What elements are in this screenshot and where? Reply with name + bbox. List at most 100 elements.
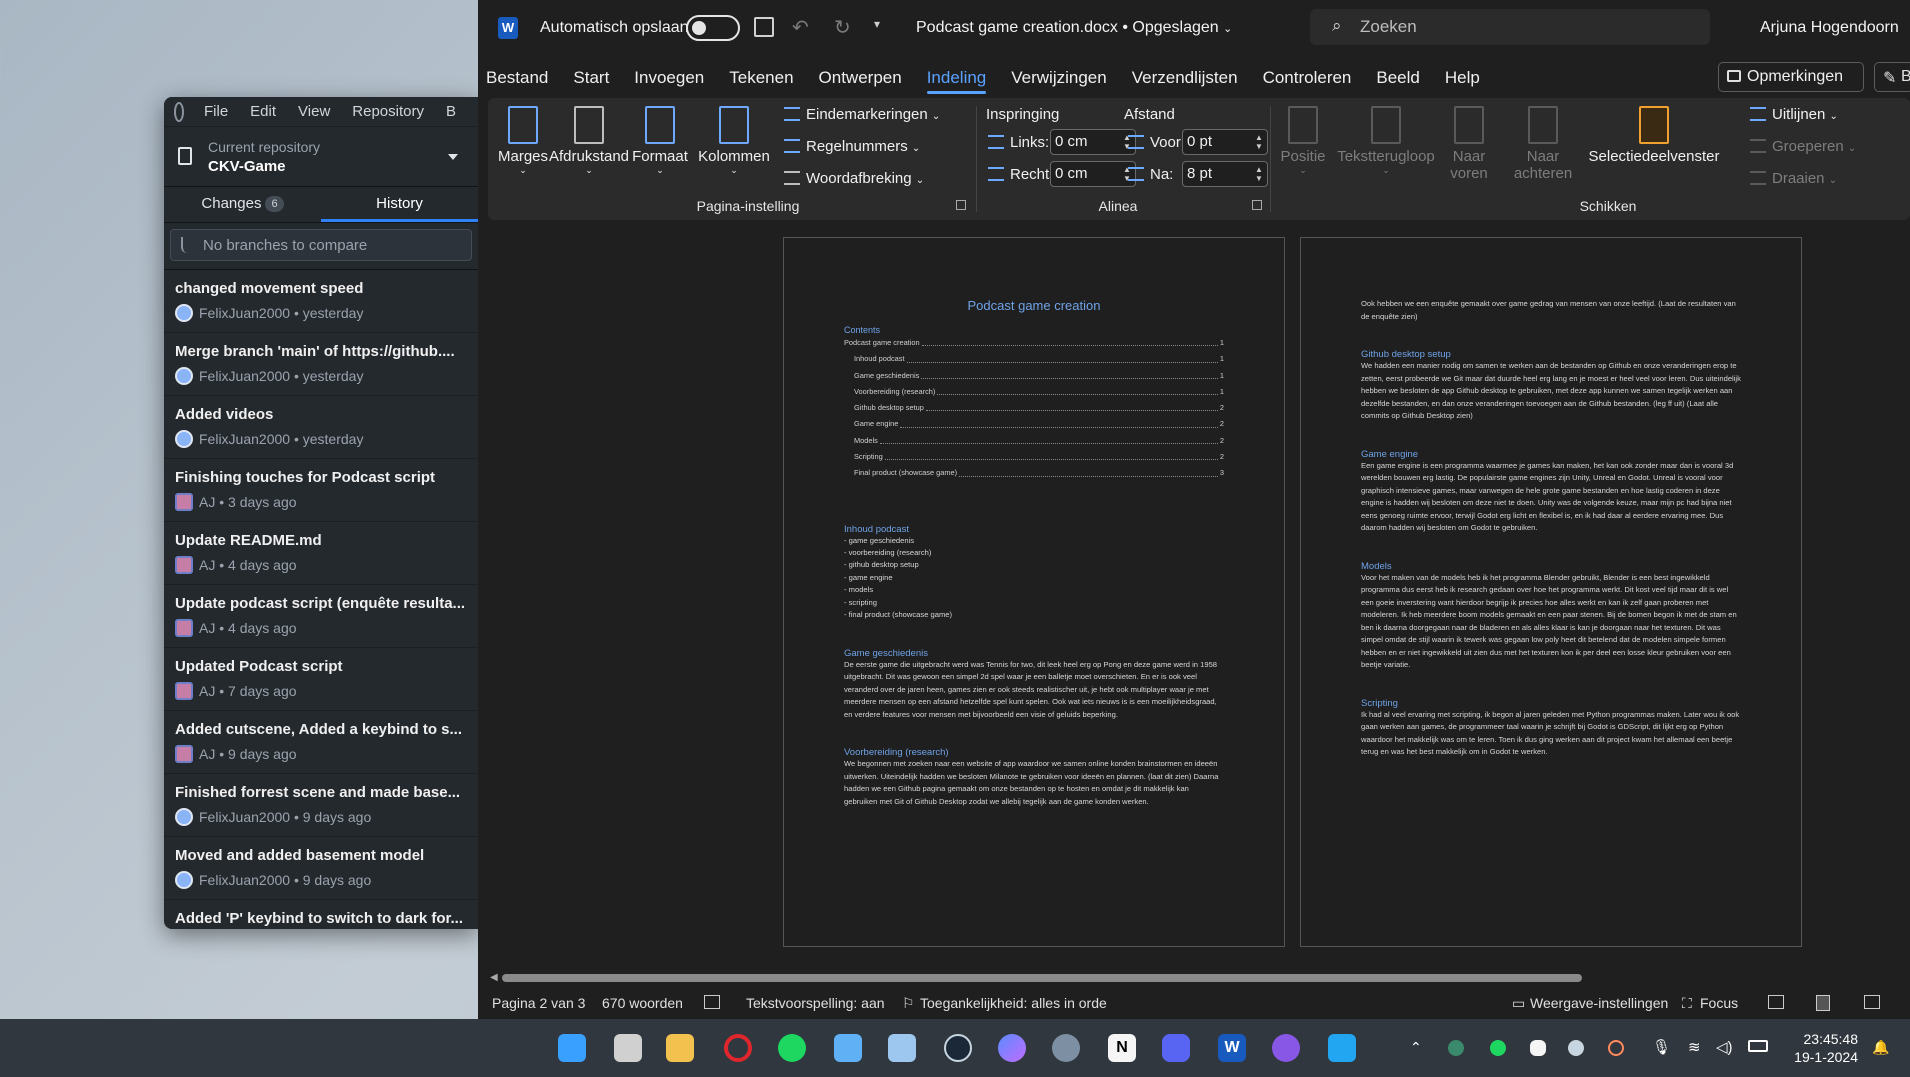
spacing-before-input[interactable]: 0 pt ▲ ▼ (1182, 129, 1268, 155)
toc-entry[interactable]: Game engine 2 (844, 416, 1224, 432)
menu-branch[interactable]: B (446, 103, 456, 120)
battery-icon[interactable] (1748, 1040, 1768, 1052)
word-count[interactable]: 670 woorden (602, 995, 683, 1011)
draaien-button[interactable]: Draaien ⌄ (1750, 170, 1837, 187)
search-box[interactable]: ⌕ Zoeken (1310, 9, 1710, 45)
notion-icon[interactable]: N (1108, 1034, 1136, 1062)
show-hidden-icons-icon[interactable]: ⌃ (1410, 1039, 1422, 1056)
tray-spotify-icon[interactable] (1490, 1040, 1506, 1056)
commit-row[interactable]: Update README.md AJ • 4 days ago (164, 522, 478, 585)
steam-icon[interactable] (944, 1034, 972, 1062)
customize-toolbar-icon[interactable]: ▾ (874, 17, 880, 31)
toc-entry[interactable]: Game geschiedenis 1 (844, 368, 1224, 384)
copilot-icon[interactable] (998, 1034, 1026, 1062)
tray-notion-icon[interactable] (1530, 1040, 1546, 1056)
formaat-button[interactable]: Formaat ⌄ (628, 106, 692, 176)
toc-entry[interactable]: Podcast game creation 1 (844, 335, 1224, 351)
commit-row[interactable]: Finished forrest scene and made base... F… (164, 774, 478, 837)
toc-entry[interactable]: Inhoud podcast 1 (844, 351, 1224, 367)
autosave-toggle[interactable] (686, 15, 740, 41)
tab-tekenen[interactable]: Tekenen (729, 68, 793, 88)
spotify-icon[interactable] (778, 1034, 806, 1062)
system-clock[interactable]: 23:45:48 19-1-2024 (1794, 1030, 1858, 1066)
indent-left-input[interactable]: 0 cm ▲ ▼ (1050, 129, 1136, 155)
spinner-arrows-icon[interactable]: ▲ ▼ (1255, 165, 1263, 183)
commit-row[interactable]: Updated Podcast script AJ • 7 days ago (164, 648, 478, 711)
groeperen-button[interactable]: Groeperen ⌄ (1750, 138, 1856, 155)
page-indicator[interactable]: Pagina 2 van 3 (492, 995, 585, 1011)
editing-button[interactable]: ✎ B (1874, 62, 1910, 92)
file-explorer-icon[interactable] (666, 1034, 694, 1062)
tray-app-icon[interactable] (1448, 1040, 1464, 1056)
tab-invoegen[interactable]: Invoegen (634, 68, 704, 88)
selectiedeelvenster-button[interactable]: Selectiedeelvenster (1586, 106, 1722, 165)
commit-row[interactable]: Added cutscene, Added a keybind to s... A… (164, 711, 478, 774)
volume-icon[interactable]: ◁) (1716, 1038, 1733, 1056)
dialog-launcher-icon[interactable] (956, 200, 966, 210)
commit-row[interactable]: changed movement speed FelixJuan2000 • ye… (164, 270, 478, 333)
display-settings-button[interactable]: Weergave-instellingen (1530, 995, 1668, 1011)
focus-button[interactable]: Focus (1700, 995, 1738, 1011)
tab-beeld[interactable]: Beeld (1376, 68, 1419, 88)
tab-controleren[interactable]: Controleren (1263, 68, 1352, 88)
scroll-left-icon[interactable]: ◀ (490, 972, 498, 983)
settings-icon[interactable] (1052, 1034, 1080, 1062)
microphone-icon[interactable]: 🎙 (1652, 1038, 1671, 1056)
compare-branch-input[interactable]: No branches to compare (170, 229, 472, 261)
word-taskbar-icon[interactable]: W (1218, 1034, 1246, 1062)
indent-right-input[interactable]: 0 cm ▲ ▼ (1050, 161, 1136, 187)
accessibility-status[interactable]: Toegankelijkheid: alles in orde (920, 995, 1107, 1011)
positie-button[interactable]: Positie ⌄ (1274, 106, 1332, 176)
proofing-icon[interactable] (704, 995, 720, 1009)
tray-sync-icon[interactable] (1608, 1040, 1624, 1056)
commit-row[interactable]: Moved and added basement model FelixJuan2… (164, 837, 478, 900)
user-name[interactable]: Arjuna Hogendoorn (1760, 19, 1899, 37)
undo-icon[interactable]: ↶ (792, 15, 809, 40)
uitlijnen-button[interactable]: Uitlijnen ⌄ (1750, 106, 1838, 123)
tab-history[interactable]: History (321, 187, 478, 222)
web-layout-icon[interactable] (1864, 995, 1880, 1009)
tab-indeling[interactable]: Indeling (926, 68, 986, 94)
redo-icon[interactable]: ↻ (834, 15, 851, 40)
toc-entry[interactable]: Github desktop setup 2 (844, 400, 1224, 416)
comments-button[interactable]: Opmerkingen (1718, 62, 1864, 92)
read-mode-icon[interactable] (1768, 995, 1784, 1009)
commit-row[interactable]: Added videos FelixJuan2000 • yesterday (164, 396, 478, 459)
spacing-after-input[interactable]: 8 pt ▲ ▼ (1182, 161, 1268, 187)
horizontal-scrollbar[interactable]: ◀ (490, 972, 1898, 984)
commit-row[interactable]: Merge branch 'main' of https://github...… (164, 333, 478, 396)
tab-bestand[interactable]: Bestand (486, 68, 548, 88)
afdrukstand-button[interactable]: Afdrukstand ⌄ (546, 106, 632, 176)
commit-row[interactable]: Finishing touches for Podcast script AJ •… (164, 459, 478, 522)
wifi-icon[interactable]: ≋ (1688, 1038, 1701, 1056)
page-2[interactable]: Ook hebben we een enquête gemaakt over g… (1300, 237, 1802, 947)
commit-row[interactable]: Update podcast script (enquête resulta..… (164, 585, 478, 648)
eindemarkeringen-button[interactable]: Eindemarkeringen ⌄ (784, 106, 940, 123)
toc-entry[interactable]: Voorbereiding (research) 1 (844, 384, 1224, 400)
commit-row[interactable]: Added 'P' keybind to switch to dark for.… (164, 900, 478, 929)
current-repository-selector[interactable]: Current repository CKV-Game (164, 127, 478, 187)
tab-ontwerpen[interactable]: Ontwerpen (819, 68, 902, 88)
toc-entry[interactable]: Models 2 (844, 433, 1224, 449)
save-icon[interactable] (754, 17, 774, 37)
kolommen-button[interactable]: Kolommen ⌄ (696, 106, 772, 176)
tray-steam-icon[interactable] (1568, 1040, 1584, 1056)
vscode-icon[interactable] (1328, 1034, 1356, 1062)
notepad-icon[interactable] (834, 1034, 862, 1062)
notification-bell-icon[interactable]: 🔔 (1872, 1039, 1889, 1056)
spinner-arrows-icon[interactable]: ▲ ▼ (1255, 133, 1263, 151)
tab-verwijzingen[interactable]: Verwijzingen (1011, 68, 1106, 88)
text-prediction-status[interactable]: Tekstvoorspelling: aan (746, 995, 885, 1011)
menu-repository[interactable]: Repository (352, 103, 424, 120)
naar-achteren-button[interactable]: Naar achteren (1504, 106, 1582, 182)
page-1[interactable]: Podcast game creation Contents Podcast g… (783, 237, 1285, 947)
task-view-icon[interactable] (614, 1034, 642, 1062)
discord-icon[interactable] (1162, 1034, 1190, 1062)
github-desktop-icon[interactable] (1272, 1034, 1300, 1062)
toc-entry[interactable]: Scripting 2 (844, 449, 1224, 465)
menu-view[interactable]: View (298, 103, 330, 120)
naar-voren-button[interactable]: Naar voren (1438, 106, 1500, 182)
tab-start[interactable]: Start (573, 68, 609, 88)
tab-help[interactable]: Help (1445, 68, 1480, 88)
dialog-launcher-icon[interactable] (1252, 200, 1262, 210)
